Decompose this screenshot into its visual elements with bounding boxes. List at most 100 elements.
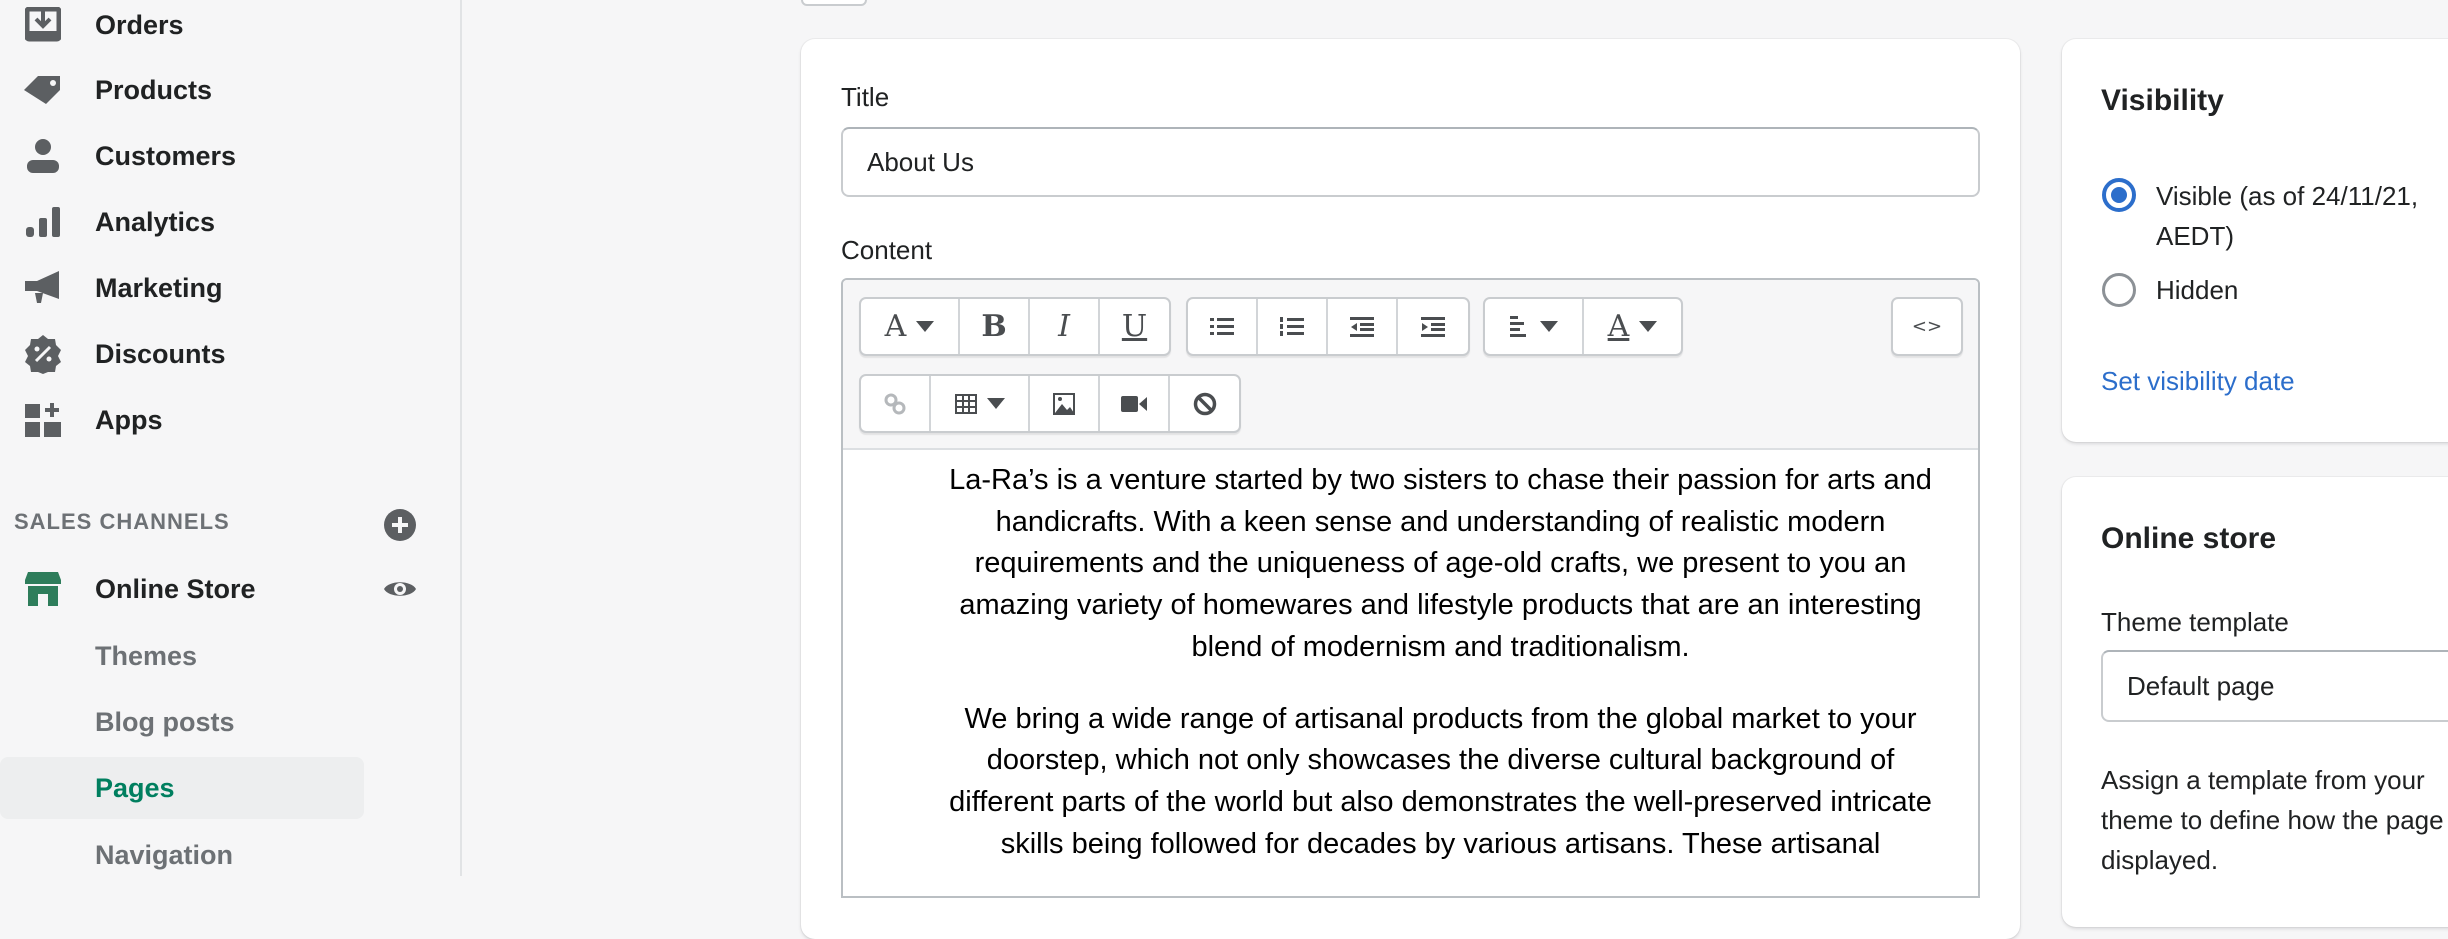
video-icon [1121, 395, 1147, 412]
orders-icon [22, 4, 64, 46]
align-dropdown[interactable] [1485, 299, 1584, 354]
remove-format-icon [1193, 392, 1216, 415]
nav-analytics[interactable]: Analytics [0, 192, 400, 252]
nav-label: Analytics [95, 207, 216, 237]
bold-icon: B [981, 309, 1007, 344]
table-dropdown[interactable] [931, 376, 1030, 431]
nav-orders[interactable]: Orders [0, 0, 400, 55]
indent-button[interactable] [1398, 299, 1468, 354]
nav-label: Discounts [95, 339, 226, 369]
content-line: skills being followed for decades by var… [1000, 827, 1881, 860]
nav-label: Navigation [95, 840, 234, 870]
chevron-down-icon [1539, 321, 1558, 332]
italic-icon: I [1058, 309, 1070, 344]
title-input[interactable]: About Us [841, 127, 1980, 197]
align-color-group: A [1483, 297, 1683, 356]
outdent-button[interactable] [1328, 299, 1398, 354]
nav-label: Orders [95, 10, 184, 40]
insert-group [859, 374, 1241, 433]
format-group: A B I U [859, 297, 1171, 356]
content-line: La-Ra’s is a venture started by two sist… [949, 464, 1932, 496]
nav-marketing[interactable]: Marketing [0, 258, 400, 318]
content-label: Content [841, 235, 933, 265]
numbered-list-icon [1280, 316, 1304, 336]
chevron-down-icon [986, 398, 1005, 409]
online-store-heading: Online store [2101, 522, 2277, 555]
help-line: theme to define how the page [2101, 805, 2444, 835]
theme-template-help: Assign a template from your theme to defi… [2101, 760, 2444, 880]
content-line: amazing variety of homewares and lifesty… [959, 589, 1922, 622]
top-button-partial[interactable] [801, 0, 867, 6]
nav-label: Blog posts [95, 707, 235, 737]
set-visibility-date-link[interactable]: Set visibility date [2101, 366, 2295, 396]
content-line: requirements and the uniqueness of age-o… [974, 547, 1907, 580]
rich-text-editor: A B I U A <> La-Ra’s is a venture starte… [841, 278, 1980, 898]
nav-discounts[interactable]: Discounts [0, 324, 400, 384]
nav-label: Pages [95, 773, 175, 803]
visible-label-line1: Visible (as of 24/11/21, [2156, 181, 2419, 211]
italic-button[interactable]: I [1030, 299, 1100, 354]
hidden-radio-label: Hidden [2156, 275, 2239, 305]
editor-content[interactable]: La-Ra’s is a venture started by two sist… [843, 450, 1978, 895]
nav-apps[interactable]: Apps [0, 390, 400, 450]
numbered-list-button[interactable] [1258, 299, 1328, 354]
content-line: doorstep, which not only showcases the d… [986, 744, 1895, 777]
theme-template-label: Theme template [2101, 607, 2289, 637]
content-paragraph: We bring a wide range of artisanal produ… [923, 699, 1958, 866]
help-line: displayed. [2101, 845, 2219, 875]
clear-format-button[interactable] [1170, 376, 1239, 431]
text-color-dropdown[interactable]: A [1584, 299, 1681, 354]
code-view-button[interactable]: <> [1893, 299, 1961, 354]
image-icon [1053, 392, 1075, 415]
nav-navigation[interactable]: Navigation [0, 825, 400, 885]
nav-blog-posts[interactable]: Blog posts [0, 692, 400, 752]
font-style-dropdown[interactable]: A [861, 299, 960, 354]
sidebar: Orders Products Customers Analytics Mark… [0, 0, 462, 876]
nav-label: Products [95, 75, 213, 105]
theme-template-select[interactable]: Default page [2101, 650, 2448, 722]
bullet-list-button[interactable] [1188, 299, 1258, 354]
content-line: handicrafts. With a keen sense and under… [995, 505, 1886, 538]
nav-pages[interactable]: Pages [0, 757, 364, 819]
visible-radio-label: Visible (as of 24/11/21, AEDT) [2156, 176, 2418, 256]
content-paragraph: La-Ra’s is a venture started by two sist… [923, 460, 1958, 669]
apps-icon [22, 399, 64, 441]
image-button[interactable] [1030, 376, 1100, 431]
underline-icon: U [1121, 309, 1148, 344]
nav-label: Online Store [95, 574, 256, 604]
person-icon [22, 135, 64, 177]
add-channel-icon[interactable] [383, 508, 417, 547]
align-left-icon [1509, 315, 1526, 337]
outdent-icon [1350, 316, 1374, 337]
visible-label-line2: AEDT) [2156, 221, 2234, 251]
hidden-radio[interactable] [2102, 273, 2136, 307]
nav-products[interactable]: Products [0, 60, 400, 120]
nav-label: Apps [95, 405, 163, 435]
content-line: We bring a wide range of artisanal produ… [964, 702, 1917, 735]
link-button[interactable] [861, 376, 931, 431]
video-button[interactable] [1100, 376, 1170, 431]
table-icon [954, 393, 977, 414]
text-color-icon: A [1607, 309, 1630, 344]
sales-channels-heading: SALES CHANNELS [14, 509, 230, 534]
underline-button[interactable]: U [1100, 299, 1169, 354]
bold-button[interactable]: B [960, 299, 1030, 354]
discount-icon [22, 333, 64, 375]
visibility-heading: Visibility [2101, 84, 2224, 117]
visible-radio[interactable] [2102, 178, 2136, 212]
nav-customers[interactable]: Customers [0, 126, 400, 186]
content-line: different parts of the world but also de… [949, 785, 1932, 818]
list-group [1186, 297, 1470, 356]
indent-icon [1421, 316, 1445, 337]
nav-label: Themes [95, 641, 198, 671]
store-icon [22, 568, 64, 610]
nav-label: Marketing [95, 273, 223, 303]
font-icon: A [884, 309, 907, 344]
nav-themes[interactable]: Themes [0, 626, 400, 686]
link-icon [884, 393, 906, 414]
view-store-eye-icon[interactable] [383, 578, 417, 605]
tag-icon [22, 69, 64, 111]
nav-online-store[interactable]: Online Store [0, 559, 400, 619]
bullet-list-icon [1210, 317, 1234, 335]
bar-chart-icon [22, 201, 64, 243]
